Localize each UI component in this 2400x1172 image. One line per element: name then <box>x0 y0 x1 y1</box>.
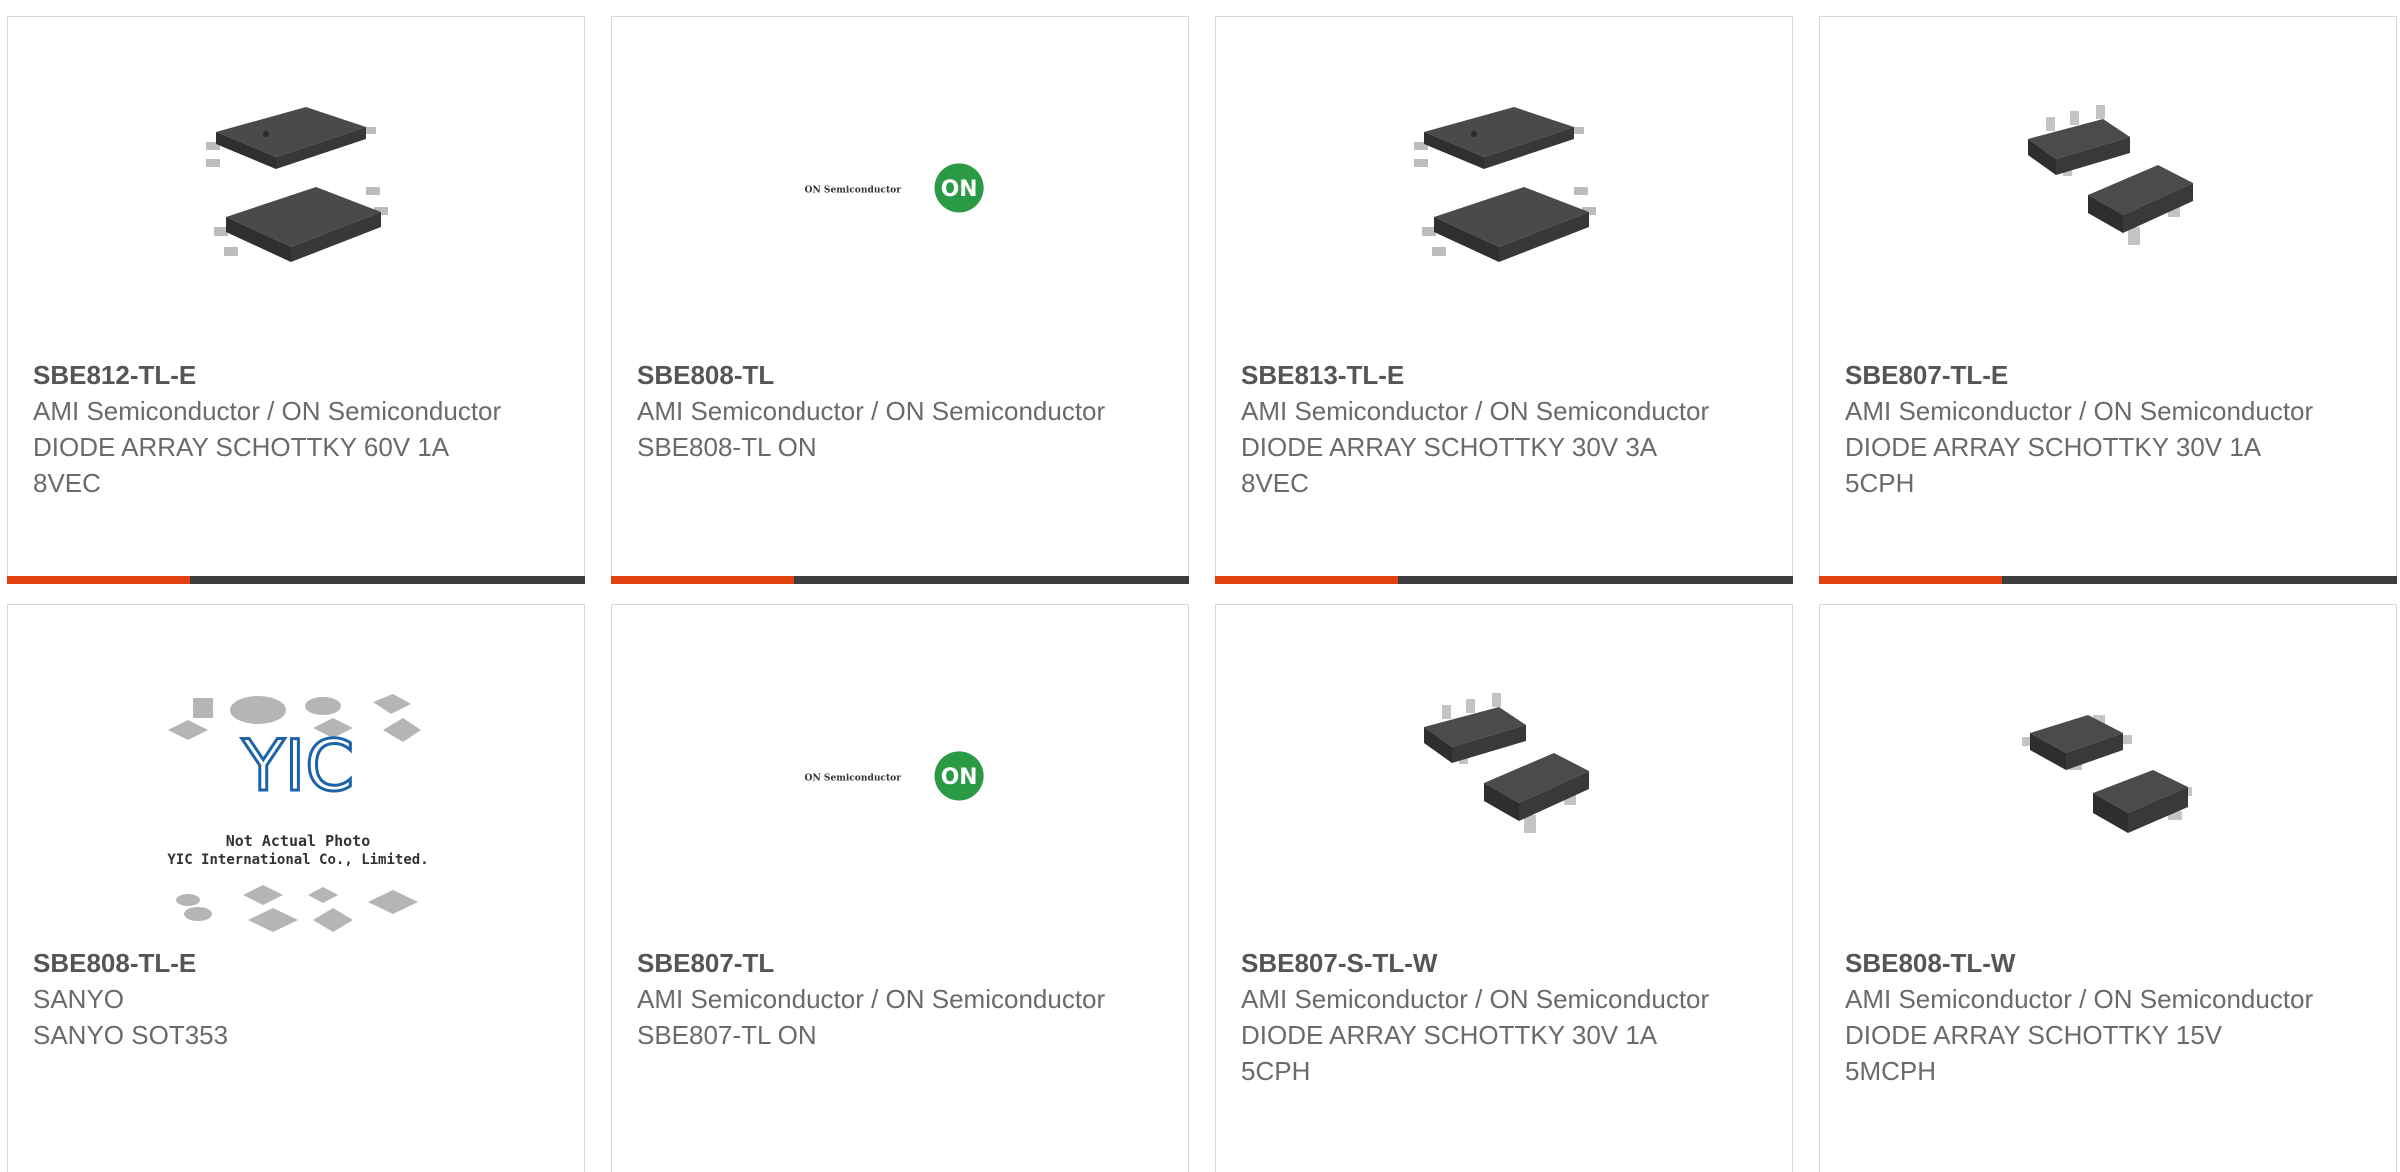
bar-accent <box>7 576 190 584</box>
yic-logo: YIC <box>241 725 354 807</box>
on-semiconductor-logo-image: ON Semiconductor ON <box>800 675 1000 875</box>
manufacturer: AMI Semiconductor / ON Semiconductor <box>637 984 1106 1014</box>
card-bottom-bar <box>1215 576 1793 584</box>
part-number-link[interactable]: SBE807-TL <box>637 945 1107 981</box>
manufacturer: SANYO <box>33 984 125 1014</box>
part-number-link[interactable]: SBE807-S-TL-W <box>1241 945 1711 981</box>
product-card[interactable]: ON Semiconductor ON SBE807-TL AMI Semico… <box>611 604 1189 1172</box>
product-info: SBE807-TL AMI Semiconductor / ON Semicon… <box>637 945 1107 1053</box>
product-grid: SBE812-TL-E AMI Semiconductor / ON Semic… <box>7 16 2400 1172</box>
product-info: SBE808-TL-W AMI Semiconductor / ON Semic… <box>1845 945 2315 1089</box>
part-number-link[interactable]: SBE813-TL-E <box>1241 357 1711 393</box>
product-card[interactable]: SBE812-TL-E AMI Semiconductor / ON Semic… <box>7 16 585 584</box>
product-info: SBE807-TL-E AMI Semiconductor / ON Semic… <box>1845 357 2315 501</box>
chip-5pin-image <box>2008 87 2208 287</box>
manufacturer: AMI Semiconductor / ON Semiconductor <box>1845 984 2314 1014</box>
placeholder-caption-1: Not Actual Photo <box>226 832 371 850</box>
manufacturer: AMI Semiconductor / ON Semiconductor <box>1845 396 2314 426</box>
chip-8pin-image <box>1404 87 1604 287</box>
chip-8pin-image <box>196 87 396 287</box>
card-bottom-bar <box>1819 576 2397 584</box>
description: DIODE ARRAY SCHOTTKY 15V 5MCPH <box>1845 1020 2223 1086</box>
logo-badge: ON <box>941 177 978 202</box>
description: DIODE ARRAY SCHOTTKY 60V 1A 8VEC <box>33 432 448 498</box>
bar-accent <box>1215 576 1398 584</box>
bar-accent <box>611 576 794 584</box>
manufacturer: AMI Semiconductor / ON Semiconductor <box>637 396 1106 426</box>
chip-5pin-small-image <box>2008 675 2208 875</box>
card-bottom-bar <box>7 576 585 584</box>
product-card[interactable]: SBE807-TL-E AMI Semiconductor / ON Semic… <box>1819 16 2397 584</box>
description: DIODE ARRAY SCHOTTKY 30V 1A 5CPH <box>1845 432 2260 498</box>
part-number-link[interactable]: SBE808-TL-W <box>1845 945 2315 981</box>
description: DIODE ARRAY SCHOTTKY 30V 1A 5CPH <box>1241 1020 1656 1086</box>
product-info: SBE808-TL-E SANYO SANYO SOT353 <box>33 945 503 1053</box>
part-number-link[interactable]: SBE807-TL-E <box>1845 357 2315 393</box>
product-info: SBE812-TL-E AMI Semiconductor / ON Semic… <box>33 357 503 501</box>
product-card[interactable]: YIC Not Actual Photo YIC International C… <box>7 604 585 1172</box>
on-semiconductor-logo-image: ON Semiconductor ON <box>800 87 1000 287</box>
logo-wordmark: ON Semiconductor <box>805 772 902 783</box>
description: SANYO SOT353 <box>33 1020 229 1050</box>
logo-wordmark: ON Semiconductor <box>805 184 902 195</box>
manufacturer: AMI Semiconductor / ON Semiconductor <box>33 396 502 426</box>
product-info: SBE813-TL-E AMI Semiconductor / ON Semic… <box>1241 357 1711 501</box>
product-info: SBE808-TL AMI Semiconductor / ON Semicon… <box>637 357 1107 465</box>
manufacturer: AMI Semiconductor / ON Semiconductor <box>1241 984 1710 1014</box>
bar-accent <box>1819 576 2002 584</box>
product-info: SBE807-S-TL-W AMI Semiconductor / ON Sem… <box>1241 945 1711 1089</box>
manufacturer: AMI Semiconductor / ON Semiconductor <box>1241 396 1710 426</box>
product-card[interactable]: SBE807-S-TL-W AMI Semiconductor / ON Sem… <box>1215 604 1793 1172</box>
product-card[interactable]: SBE813-TL-E AMI Semiconductor / ON Semic… <box>1215 16 1793 584</box>
part-number-link[interactable]: SBE808-TL <box>637 357 1107 393</box>
logo-badge: ON <box>941 765 978 790</box>
description: DIODE ARRAY SCHOTTKY 30V 3A 8VEC <box>1241 432 1656 498</box>
product-card[interactable]: ON Semiconductor ON SBE808-TL AMI Semico… <box>611 16 1189 584</box>
chip-5pin-image <box>1404 675 1604 875</box>
yic-placeholder-image: YIC Not Actual Photo YIC International C… <box>163 690 433 940</box>
description: SBE808-TL ON <box>637 432 817 462</box>
product-card[interactable]: SBE808-TL-W AMI Semiconductor / ON Semic… <box>1819 604 2397 1172</box>
card-bottom-bar <box>611 576 1189 584</box>
part-number-link[interactable]: SBE812-TL-E <box>33 357 503 393</box>
placeholder-caption-2: YIC International Co., Limited. <box>167 852 428 868</box>
description: SBE807-TL ON <box>637 1020 817 1050</box>
part-number-link[interactable]: SBE808-TL-E <box>33 945 503 981</box>
